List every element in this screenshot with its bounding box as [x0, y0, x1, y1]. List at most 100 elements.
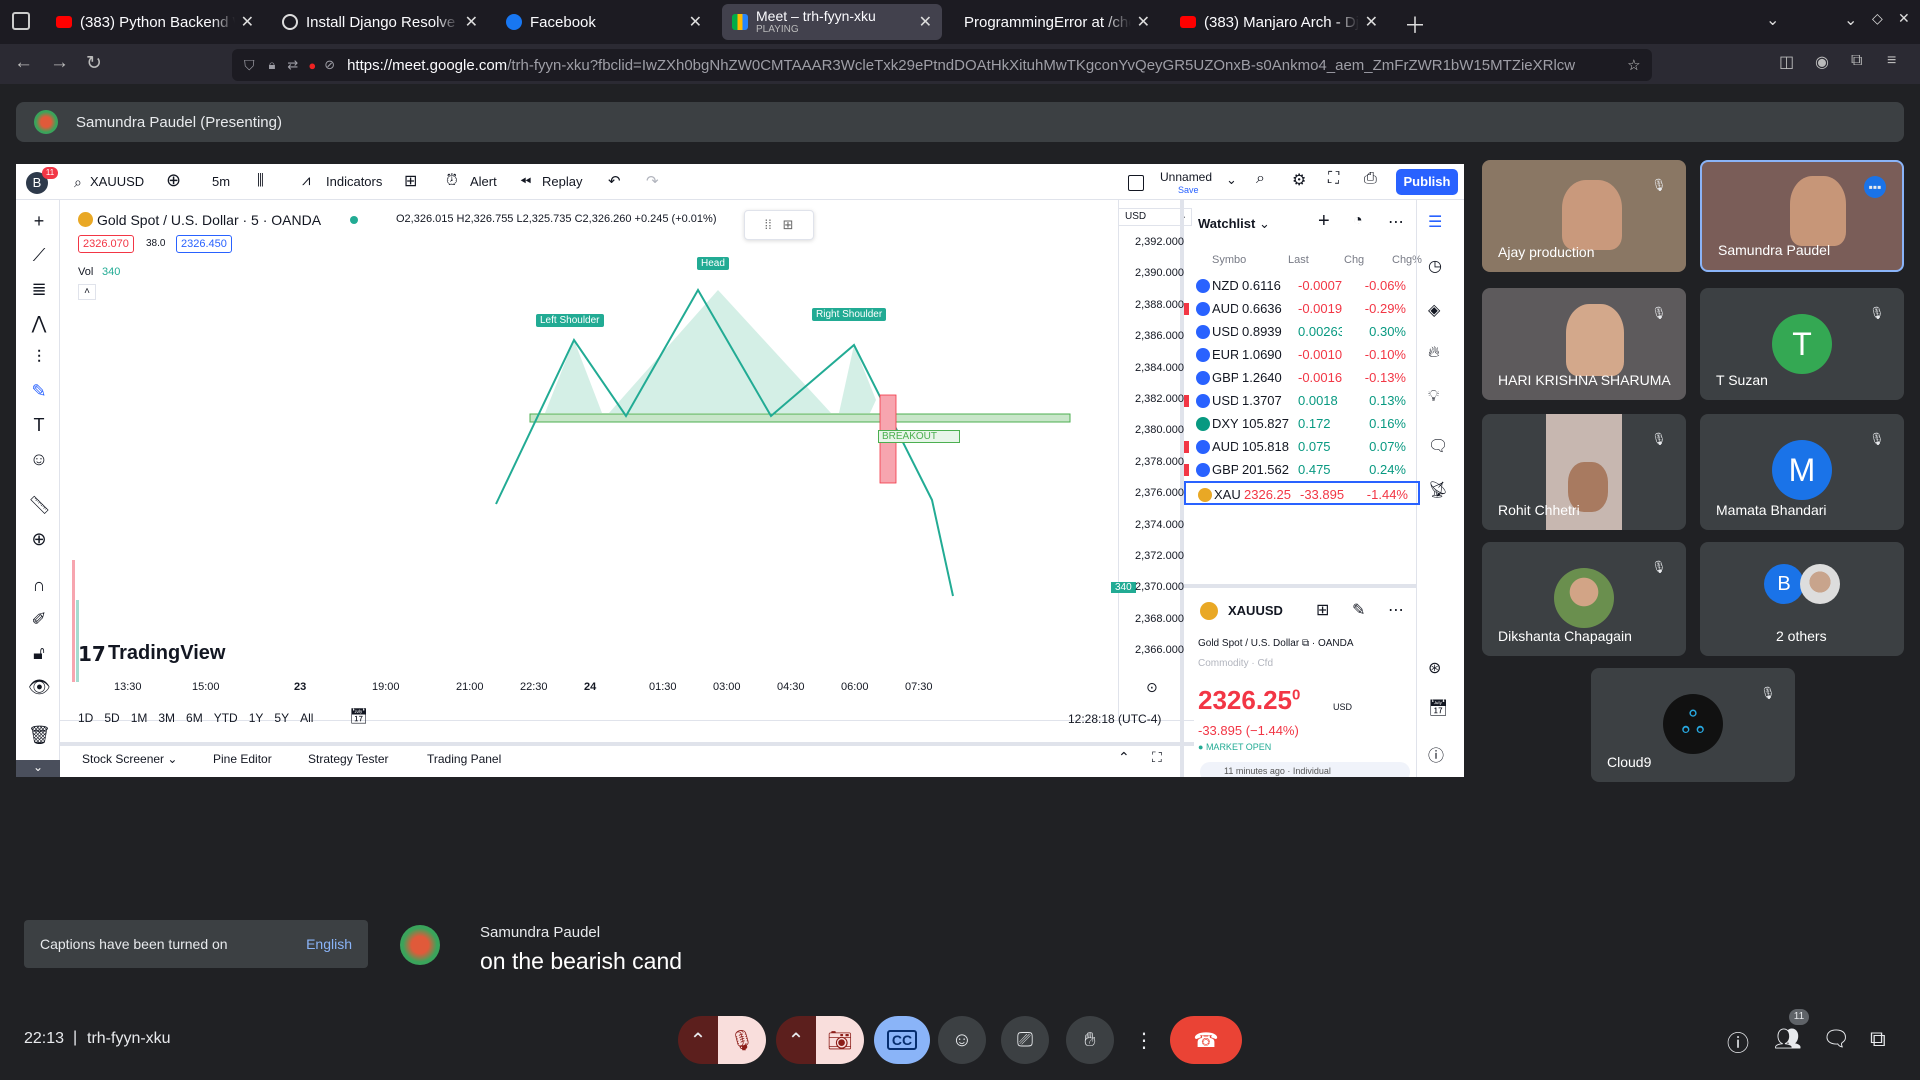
range-button-6m[interactable]: 6M [186, 711, 203, 725]
close-icon[interactable]: ✕ [465, 12, 478, 32]
tab-facebook[interactable]: Facebook ✕ [496, 4, 712, 40]
close-icon[interactable]: ✕ [241, 12, 254, 32]
watchlist-row[interactable]: USDC 0.8939 0.00263 0.30% [1184, 320, 1420, 344]
detail-edit-icon[interactable]: ✎ [1352, 600, 1365, 620]
flag-marker[interactable] [1184, 441, 1189, 453]
watchlist-icon[interactable]: ☰ [1428, 212, 1442, 232]
alerts-clock-icon[interactable]: ◷ [1428, 256, 1442, 276]
tv-symbol-search[interactable]: XAUUSD [90, 174, 144, 189]
leave-call-button[interactable]: ☎︎ [1170, 1016, 1242, 1064]
tab-meet[interactable]: Meet – trh-fyyn-xku PLAYING ✕ [722, 4, 942, 40]
label-head[interactable]: Head [697, 257, 729, 270]
permissions-icon[interactable]: ⇄ [287, 57, 298, 73]
account-icon[interactable]: ◉ [1815, 52, 1829, 72]
tv-indicators-icon[interactable]: ⩘ [302, 172, 310, 189]
patterns-icon[interactable]: ⋀ [28, 312, 50, 334]
col-chg[interactable]: Chg [1344, 254, 1364, 266]
tv-publish-button[interactable]: Publish [1396, 169, 1458, 195]
tv-layout-save[interactable]: Save [1178, 185, 1199, 195]
tab-stock-screener[interactable]: Stock Screener ⌄ [82, 752, 177, 766]
chat-icon[interactable]: 🗨︎ [1822, 1026, 1850, 1052]
range-button-5y[interactable]: 5Y [274, 711, 289, 725]
tab-trading-panel[interactable]: Trading Panel [427, 752, 501, 766]
external-link-icon[interactable]: ⧉ [1302, 638, 1309, 649]
detail-layout-icon[interactable]: ⊞ [1316, 600, 1329, 620]
range-button-ytd[interactable]: YTD [214, 711, 238, 725]
tv-quick-search-icon[interactable]: ⌕ [1256, 170, 1265, 188]
tv-undo-icon[interactable]: ↶ [608, 172, 621, 190]
participant-tile[interactable]: ஃ 🎙︎ Cloud9 [1591, 668, 1795, 782]
meeting-details-icon[interactable]: ⓘ [1727, 1026, 1749, 1058]
brush-icon[interactable]: ✎ [28, 380, 50, 402]
flag-marker[interactable] [1184, 395, 1189, 407]
more-options-button[interactable]: ⋮ [1128, 1016, 1160, 1064]
label-right-shoulder[interactable]: Right Shoulder [812, 308, 887, 321]
participant-tile-others[interactable]: B 2 others [1700, 542, 1904, 656]
tv-templates-icon[interactable]: ⊞ [404, 171, 417, 191]
tv-timescale-settings-icon[interactable]: ⊙ [1146, 679, 1158, 696]
crosshair-icon[interactable]: + [28, 210, 50, 232]
people-icon[interactable]: 👥︎ [1774, 1026, 1802, 1052]
range-button-1y[interactable]: 1Y [249, 711, 264, 725]
raise-hand-button[interactable]: ✋︎ [1066, 1016, 1114, 1064]
watchlist-row[interactable]: GBPI 1.2640 -0.0016 -0.13% [1184, 366, 1420, 390]
col-symbol[interactable]: Symbo [1212, 254, 1246, 266]
tv-compare-icon[interactable]: ⊕ [166, 170, 181, 191]
label-breakout[interactable]: BREAKOUT [878, 430, 960, 443]
reactions-button[interactable]: ☺ [938, 1016, 986, 1064]
tab-programming-error[interactable]: ProgrammingError at /checkv ✕ [944, 4, 1160, 40]
trendline-icon[interactable]: ⟋ [28, 244, 50, 266]
prediction-icon[interactable]: ⫶ [28, 346, 50, 368]
detail-more-icon[interactable]: ⋯ [1388, 600, 1404, 620]
watchlist-title[interactable]: Watchlist ⌄ [1198, 216, 1270, 232]
shield-icon[interactable]: ⛉ [244, 57, 255, 74]
visibility-icon[interactable]: 👁︎ [28, 676, 51, 698]
add-symbol-icon[interactable]: + [1318, 210, 1330, 233]
tv-search-icon[interactable]: ⌕ [74, 174, 82, 191]
tv-alert-button[interactable]: Alert [470, 174, 497, 189]
watchlist-advanced-icon[interactable]: ◔ [1353, 212, 1363, 230]
detail-symbol[interactable]: XAUUSD [1228, 603, 1283, 618]
tab-overflow-chevron-icon[interactable]: ⌄ [1766, 10, 1779, 30]
range-button-1m[interactable]: 1M [131, 711, 148, 725]
camera-blocked-icon[interactable]: ⊘ [324, 57, 335, 73]
close-window-icon[interactable]: ✕ [1898, 10, 1910, 27]
present-button[interactable]: ⎚ [1001, 1016, 1049, 1064]
tv-replay-button[interactable]: Replay [542, 174, 582, 189]
tv-clock[interactable]: 12:28:18 (UTC-4) [1068, 712, 1161, 726]
tv-layout-name[interactable]: Unnamed [1160, 170, 1212, 184]
range-button-all[interactable]: All [300, 711, 313, 725]
magnet-icon[interactable]: ∩ [28, 574, 50, 596]
lock-icon[interactable]: 🔒︎ [269, 57, 276, 73]
tv-date-range-icon[interactable]: 📅︎ [349, 707, 368, 725]
participant-tile[interactable]: M 🎙︎ Mamata Bhandari [1700, 414, 1904, 530]
tab-python-backend[interactable]: (383) Python Backend Web ✕ [46, 4, 264, 40]
calendar-icon[interactable]: 📅︎ [1428, 698, 1448, 718]
flag-marker[interactable] [1184, 303, 1189, 315]
captions-language-link[interactable]: English [306, 936, 352, 952]
watchlist-more-icon[interactable]: ⋯ [1388, 212, 1404, 232]
menu-icon[interactable]: ≡ [1887, 52, 1896, 70]
bookmark-star-icon[interactable]: ☆ [1627, 56, 1640, 74]
hotlist-flame-icon[interactable]: 🔥︎ [1428, 344, 1440, 362]
emoji-icon[interactable]: ☺ [28, 448, 50, 470]
tv-layout-checkbox[interactable] [1128, 175, 1144, 191]
activities-icon[interactable]: ⧉ [1870, 1026, 1886, 1052]
pocket-icon[interactable]: ◫ [1779, 52, 1794, 72]
microphone-toggle-button[interactable]: 🎙︎ [718, 1016, 766, 1064]
minimize-icon[interactable]: ⌄ [1844, 10, 1857, 30]
video-options-button[interactable]: ⌃ [776, 1016, 816, 1064]
watchlist-row[interactable]: USDC 1.3707 0.0018 0.13% [1184, 389, 1420, 413]
close-icon[interactable]: ✕ [689, 12, 702, 32]
draw-lock-icon[interactable]: ✐ [28, 608, 50, 630]
range-button-5d[interactable]: 5D [104, 711, 119, 725]
chat-icon[interactable]: 🗨︎ [1428, 436, 1448, 456]
trash-icon[interactable]: 🗑︎ [28, 724, 51, 746]
close-icon[interactable]: ✕ [1365, 12, 1378, 32]
extensions-icon[interactable]: ⧉ [1851, 52, 1862, 70]
ideas-bulb-icon[interactable]: 💡︎ [1428, 388, 1439, 406]
tab-strategy-tester[interactable]: Strategy Tester [308, 752, 388, 766]
lock-drawings-icon[interactable]: 🔓︎ [28, 642, 50, 664]
range-button-3m[interactable]: 3M [158, 711, 175, 725]
fib-icon[interactable]: ≣ [28, 278, 50, 300]
